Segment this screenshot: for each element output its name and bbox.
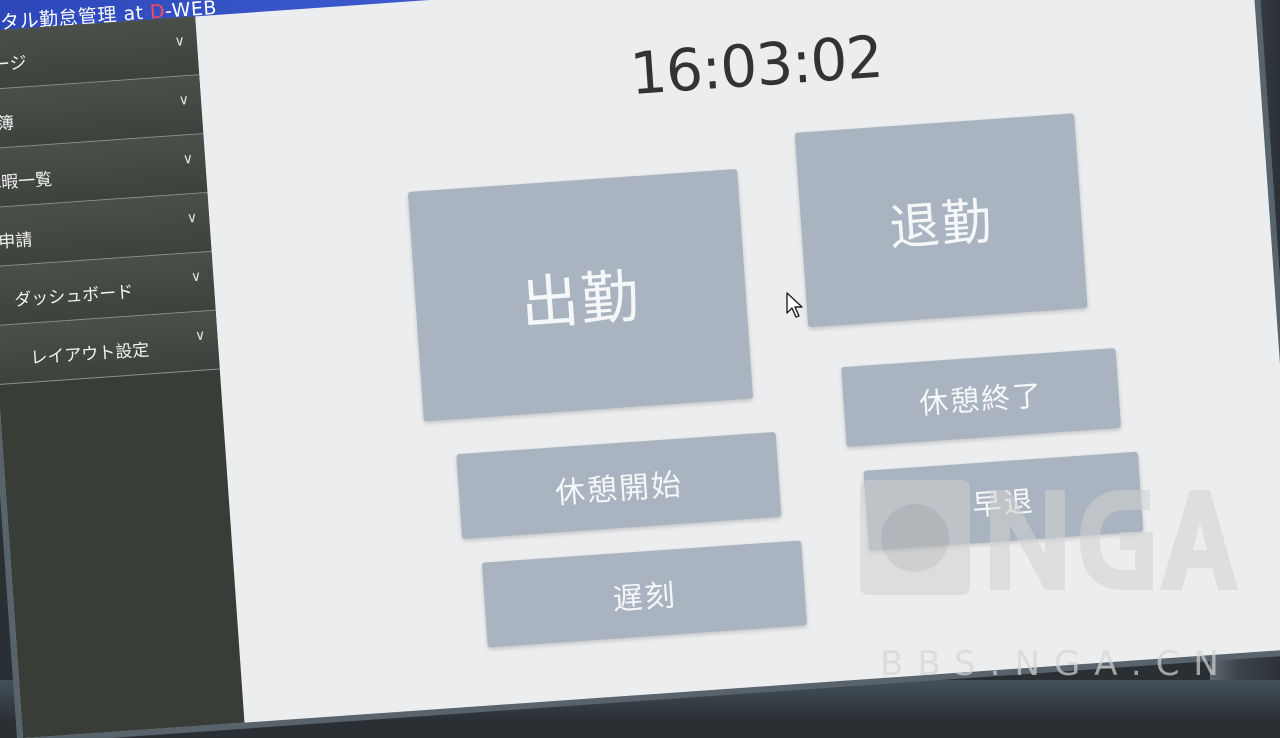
chevron-down-icon: ∨ (190, 268, 202, 286)
sidebar-item-label: 勤簿 (0, 113, 15, 136)
chevron-down-icon: ∨ (182, 150, 194, 168)
sidebar-item-label: ダッシュボード (13, 282, 134, 311)
sidebar-item-label: レイアウト設定 (29, 340, 150, 369)
sidebar-item-label: 申請 (0, 230, 34, 253)
watermark-text: BBS.NGA.CN (880, 644, 1233, 684)
break-start-button[interactable]: 休憩開始 (456, 431, 782, 540)
mouse-cursor-icon (786, 292, 803, 318)
clock-in-button[interactable]: 出勤 (407, 168, 754, 422)
late-button[interactable]: 遅刻 (481, 540, 808, 648)
current-time: 16:03:02 (627, 22, 885, 109)
chevron-down-icon: ∨ (194, 327, 206, 345)
sidebar-item-label: 休暇一覧 (0, 169, 53, 195)
chevron-down-icon: ∨ (178, 92, 190, 109)
nga-logo-icon (860, 480, 1238, 595)
app-window: ジタル勤怠管理 at D-WEB ページ ∨ 勤簿 ∨ 休暇一覧 ∨ 申請 ∨ … (0, 0, 1280, 738)
chevron-down-icon: ∨ (186, 209, 198, 227)
break-end-button[interactable]: 休憩終了 (841, 347, 1122, 447)
clock-out-button[interactable]: 退勤 (794, 113, 1088, 328)
chevron-down-icon: ∨ (174, 33, 186, 50)
sidebar-item-label: ページ (0, 53, 28, 77)
